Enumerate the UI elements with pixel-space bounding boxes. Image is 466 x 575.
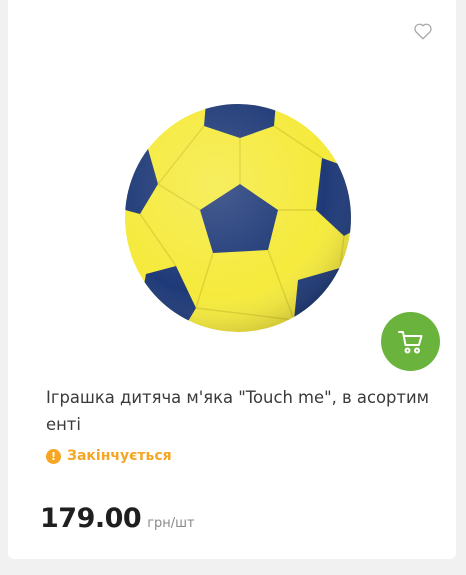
heart-icon <box>414 23 432 40</box>
price-block: 179.00 грн/шт <box>40 503 195 534</box>
soccer-ball-image <box>125 104 351 332</box>
exclamation-circle-icon: ! <box>46 448 61 464</box>
product-card[interactable]: Іграшка дитяча м'яка "Touch me", в асорт… <box>8 0 456 559</box>
shopping-cart-icon <box>397 330 422 353</box>
product-price: 179.00 <box>40 503 142 534</box>
add-to-cart-button[interactable] <box>381 312 440 371</box>
product-image[interactable] <box>118 98 358 338</box>
favorite-button[interactable] <box>410 18 436 44</box>
product-title[interactable]: Іграшка дитяча м'яка "Touch me", в асорт… <box>46 384 438 438</box>
stock-status: ! Закінчується <box>46 446 172 466</box>
price-unit: грн/шт <box>147 516 195 531</box>
stock-status-label: Закінчується <box>67 448 172 464</box>
